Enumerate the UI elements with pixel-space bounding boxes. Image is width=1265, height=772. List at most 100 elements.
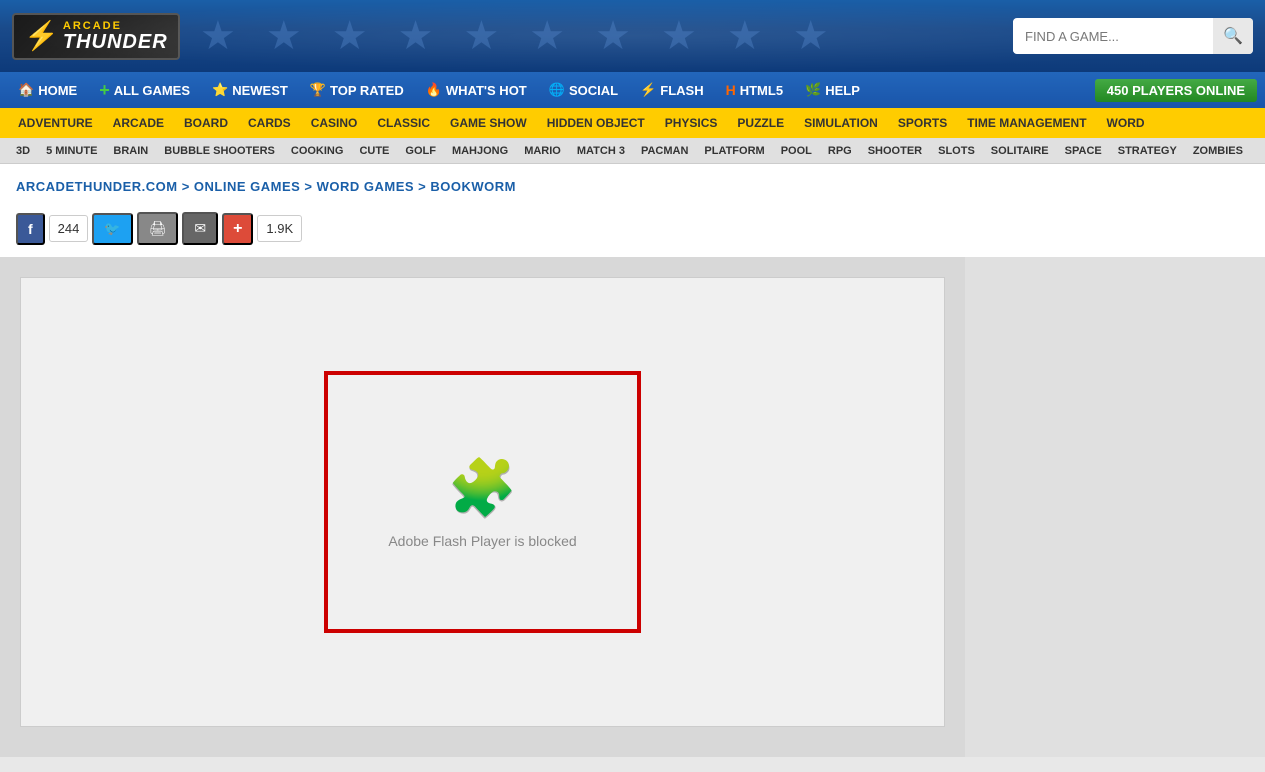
star-5: ★ [463,13,499,59]
cat-board[interactable]: BOARD [174,108,238,138]
search-button[interactable]: 🔍 [1213,18,1253,54]
main-nav: 🏠HOME + ALL GAMES ⭐ NEWEST 🏆 TOP RATED 🔥 WHA… [0,72,1265,108]
content-area: 🧩 Adobe Flash Player is blocked [0,257,1265,757]
toprated-icon: 🏆 [310,82,326,98]
cat-gameshow[interactable]: GAME SHOW [440,108,537,138]
search-area: 🔍 [1013,18,1253,54]
nav-hot[interactable]: 🔥 WHAT'S HOT [416,76,537,104]
facebook-share-button[interactable]: f [16,213,45,245]
sub-slots[interactable]: SLOTS [930,138,983,164]
game-wrapper: 🧩 Adobe Flash Player is blocked [0,257,965,757]
plus-icon: + [233,220,242,237]
cat-simulation[interactable]: SIMULATION [794,108,888,138]
email-share-button[interactable]: ✉ [182,212,218,245]
cat-word[interactable]: WORD [1097,108,1155,138]
fb-icon: f [28,221,33,237]
star-2: ★ [266,13,302,59]
players-online: 450 PLAYERS ONLINE [1095,79,1257,102]
nav-allgames[interactable]: + ALL GAMES [89,74,200,107]
sub-platform[interactable]: PLATFORM [696,138,772,164]
nav-social[interactable]: 🌐SOCIAL [539,76,628,104]
cat-classic[interactable]: CLASSIC [367,108,440,138]
allgames-icon: + [99,80,110,101]
nav-home[interactable]: 🏠HOME [8,76,87,104]
sub-zombies[interactable]: ZOMBIES [1185,138,1251,164]
nav-toprated-label: TOP RATED [330,83,404,98]
nav-help[interactable]: 🌿 HELP [795,76,870,104]
star-8: ★ [661,13,697,59]
sub-mahjong[interactable]: MAHJONG [444,138,516,164]
sub-cooking[interactable]: COOKING [283,138,352,164]
help-icon: 🌿 [805,82,821,98]
bolt-icon: ⚡ [24,22,59,50]
breadcrumb-area: ARCADETHUNDER.COM > ONLINE GAMES > WORD … [0,164,1265,206]
nav-html5-label: HTML5 [740,83,783,98]
logo-thunder: THUNDER [63,32,168,52]
flash-icon: ⚡ [640,82,656,98]
star-3: ★ [332,13,368,59]
star-1: ★ [200,13,236,59]
twitter-icon: 🐦 [104,221,120,236]
sub-pool[interactable]: POOL [773,138,820,164]
sub-cute[interactable]: CUTE [351,138,397,164]
nav-toprated[interactable]: 🏆 TOP RATED [300,76,414,104]
cat-timemanagement[interactable]: TIME MANAGEMENT [957,108,1096,138]
star-10: ★ [793,13,829,59]
nav-home-label: HOME [38,83,77,98]
plus-count: 1.9K [257,215,302,242]
game-container: 🧩 Adobe Flash Player is blocked [20,277,945,727]
sub-solitaire[interactable]: SOLITAIRE [983,138,1057,164]
share-bar: f 244 🐦 🖨 ✉ + 1.9K [0,206,1265,257]
site-logo[interactable]: ⚡ ARCADE THUNDER [12,13,180,60]
cat-sports[interactable]: SPORTS [888,108,957,138]
nav-flash-label: FLASH [660,83,703,98]
search-input[interactable] [1013,21,1213,52]
nav-hot-label: WHAT'S HOT [446,83,527,98]
googleplus-share-button[interactable]: + [222,213,253,245]
hot-icon: 🔥 [426,82,442,98]
cat-casino[interactable]: CASINO [301,108,368,138]
cat-physics[interactable]: PHYSICS [655,108,728,138]
sub-strategy[interactable]: STRATEGY [1110,138,1185,164]
sub-categories-nav: 3D 5 MINUTE BRAIN BUBBLE SHOOTERS COOKIN… [0,138,1265,164]
facebook-count: 244 [49,215,89,242]
sub-5minute[interactable]: 5 MINUTE [38,138,105,164]
sub-bubbleshooters[interactable]: BUBBLE SHOOTERS [156,138,283,164]
star-7: ★ [595,13,631,59]
cat-adventure[interactable]: ADVENTURE [8,108,103,138]
cat-hiddenobject[interactable]: HIDDEN OBJECT [537,108,655,138]
nav-newest[interactable]: ⭐ NEWEST [202,76,298,104]
logo-text: ARCADE THUNDER [63,21,168,52]
social-icon: 🌐 [549,82,565,98]
nav-allgames-label: ALL GAMES [114,83,190,98]
twitter-share-button[interactable]: 🐦 [92,213,132,245]
nav-newest-label: NEWEST [232,83,288,98]
breadcrumb[interactable]: ARCADETHUNDER.COM > ONLINE GAMES > WORD … [16,179,516,194]
newest-icon: ⭐ [212,82,228,98]
cat-cards[interactable]: CARDS [238,108,301,138]
nav-flash[interactable]: ⚡ FLASH [630,76,714,104]
logo-area: ⚡ ARCADE THUNDER [12,13,180,60]
cat-arcade[interactable]: ARCADE [103,108,174,138]
plugin-missing-icon: 🧩 [448,455,518,521]
flash-blocked-text: Adobe Flash Player is blocked [388,533,576,549]
nav-help-label: HELP [825,83,860,98]
sub-shooter[interactable]: SHOOTER [860,138,930,164]
sub-match3[interactable]: MATCH 3 [569,138,633,164]
sub-rpg[interactable]: RPG [820,138,860,164]
sub-brain[interactable]: BRAIN [105,138,156,164]
sub-mario[interactable]: MARIO [516,138,569,164]
html5-icon: H [726,82,736,98]
search-box: 🔍 [1013,18,1253,54]
stars-decoration: ★ ★ ★ ★ ★ ★ ★ ★ ★ ★ [200,0,965,72]
sub-pacman[interactable]: PACMAN [633,138,696,164]
email-icon: ✉ [194,220,206,236]
sub-3d[interactable]: 3D [8,138,38,164]
print-button[interactable]: 🖨 [137,212,179,245]
cat-puzzle[interactable]: PUZZLE [727,108,794,138]
star-6: ★ [529,13,565,59]
nav-html5[interactable]: H HTML5 [716,76,793,104]
print-icon: 🖨 [149,220,167,236]
sub-golf[interactable]: GOLF [397,138,444,164]
sub-space[interactable]: SPACE [1057,138,1110,164]
